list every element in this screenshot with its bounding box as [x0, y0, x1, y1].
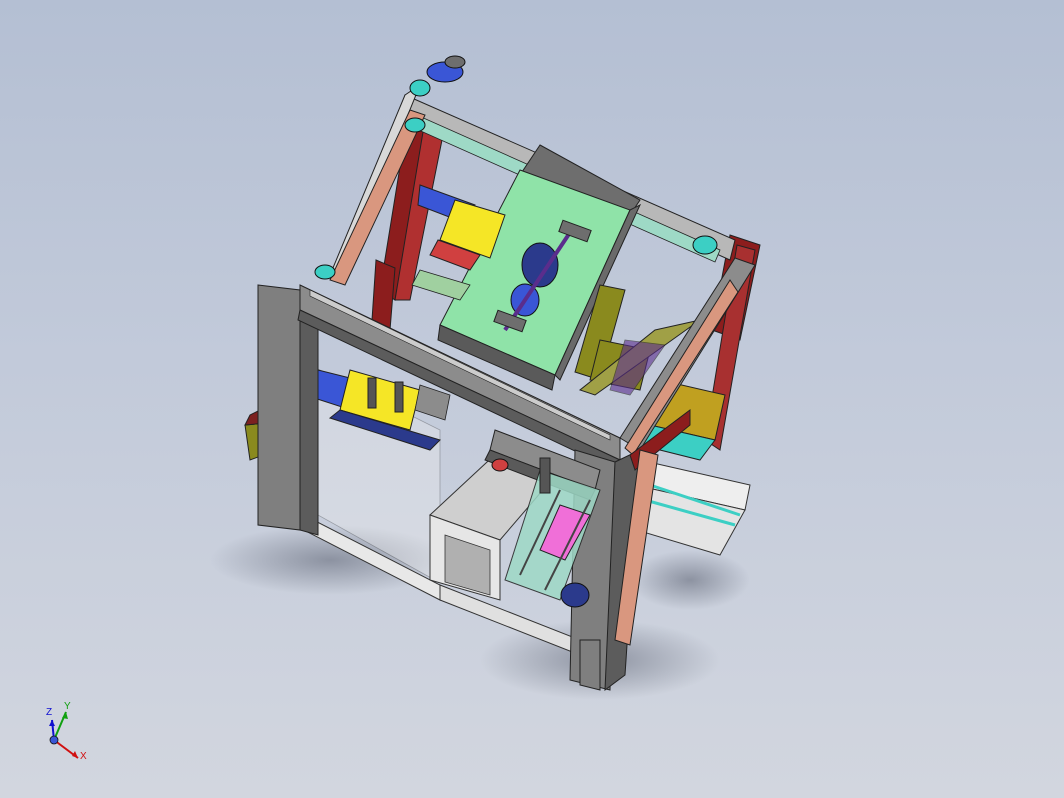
x-axis-label: X — [80, 751, 87, 762]
y-axis-label: Y — [64, 701, 71, 712]
cad-assembly-model[interactable] — [0, 0, 1064, 798]
z-axis-label: Z — [46, 707, 53, 718]
axis-triad: Z Y X — [38, 700, 98, 770]
graphics-viewport[interactable]: Z Y X — [0, 0, 1064, 798]
